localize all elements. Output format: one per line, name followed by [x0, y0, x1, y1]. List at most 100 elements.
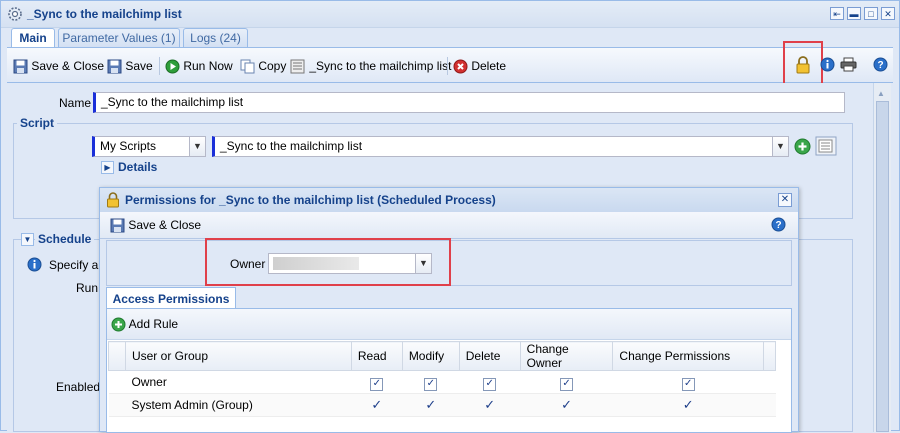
minimize-icon[interactable]: ▬ [847, 7, 861, 20]
read-check[interactable]: ✓ [351, 393, 403, 417]
modify-check[interactable]: ✓ [402, 393, 460, 417]
dialog-save-close-button[interactable]: Save & Close [110, 216, 201, 234]
close-icon[interactable]: ✕ [881, 7, 895, 20]
access-toolbar: Add Rule [107, 309, 791, 340]
grid-row-selector-header [108, 341, 126, 371]
lock-icon [107, 192, 119, 208]
script-folder-select[interactable]: My Scripts [92, 136, 192, 157]
toolbar-separator [447, 57, 448, 75]
change-permissions-check[interactable]: ✓ [612, 393, 764, 417]
copy-icon [240, 59, 255, 74]
main-toolbar: Save & Close Save Run Now Copy _Sync to … [7, 41, 893, 85]
owner-select[interactable] [268, 253, 418, 274]
svg-text:?: ? [877, 60, 883, 71]
script-icon[interactable] [815, 136, 837, 156]
vertical-scrollbar[interactable]: ▲ [873, 83, 891, 432]
chevron-down-icon[interactable]: ▼ [189, 136, 206, 157]
save-button[interactable]: Save [107, 57, 153, 75]
add-icon [111, 317, 126, 332]
script-legend: Script [17, 116, 58, 130]
permissions-grid: User or Group Read Modify Delete Change … [108, 341, 776, 417]
owner-area: Owner ▼ [106, 238, 792, 286]
print-icon[interactable] [840, 57, 857, 72]
pin-icon[interactable]: ⇤ [830, 7, 844, 20]
dialog-titlebar[interactable]: Permissions for _Sync to the mailchimp l… [100, 188, 798, 212]
collapse-schedule-icon[interactable]: ▼ [21, 233, 34, 246]
table-row[interactable]: Owner ✓ ✓ ✓ ✓ ✓ [108, 370, 776, 394]
toolbar-separator [159, 57, 160, 75]
run-label: Run [76, 281, 99, 295]
floppy-disk-icon [110, 218, 125, 233]
maximize-icon[interactable]: □ [864, 7, 878, 20]
name-label: Name [59, 96, 92, 110]
script-icon [290, 59, 305, 74]
tab-access-permissions[interactable]: Access Permissions [106, 287, 236, 309]
delete-icon [453, 59, 468, 74]
window-title: _Sync to the mailchimp list [27, 7, 182, 21]
tab-main[interactable]: Main [11, 28, 55, 49]
delete-check[interactable]: ✓ [459, 393, 521, 417]
table-row[interactable]: System Admin (Group) ✓ ✓ ✓ ✓ ✓ [108, 393, 776, 417]
run-now-button[interactable]: Run Now [165, 57, 233, 75]
scroll-up-icon[interactable]: ▲ [877, 89, 885, 98]
delete-checkbox[interactable]: ✓ [459, 370, 521, 394]
chevron-down-icon[interactable]: ▼ [415, 253, 432, 274]
chevron-down-icon[interactable]: ▼ [772, 136, 789, 157]
grid-spacer-header [763, 341, 776, 371]
info-icon[interactable] [820, 57, 835, 72]
expand-details-icon[interactable]: ▶ [101, 161, 114, 174]
enabled-label: Enabled [56, 380, 101, 394]
help-icon[interactable]: ? [873, 57, 888, 72]
scrollbar-thumb[interactable] [876, 101, 889, 432]
access-permissions-panel: Add Rule User or Group Read Modify Delet… [106, 308, 792, 433]
checkmark-icon[interactable]: ✓ [424, 377, 438, 391]
add-icon[interactable] [794, 138, 811, 155]
script-link-label: _Sync to the mailchimp list [309, 59, 452, 73]
save-label: Save [125, 59, 153, 73]
play-icon [165, 59, 180, 74]
checkmark-icon[interactable]: ✓ [681, 377, 695, 391]
tab-logs[interactable]: Logs (24) [183, 28, 248, 47]
add-rule-button[interactable]: Add Rule [111, 315, 178, 333]
column-modify[interactable]: Modify [401, 341, 460, 371]
grid-header-row: User or Group Read Modify Delete Change … [108, 341, 776, 371]
checkmark-icon[interactable]: ✓ [370, 377, 384, 391]
read-checkbox[interactable]: ✓ [351, 370, 403, 394]
script-select[interactable]: _Sync to the mailchimp list [212, 136, 774, 157]
tab-parameter-values[interactable]: Parameter Values (1) [58, 28, 180, 47]
row-spacer [763, 370, 776, 394]
permissions-dialog: Permissions for _Sync to the mailchimp l… [99, 187, 799, 433]
add-rule-label: Add Rule [128, 317, 179, 331]
delete-label: Delete [471, 59, 507, 73]
column-user-or-group[interactable]: User or Group [124, 341, 352, 371]
dialog-save-close-label: Save & Close [128, 218, 202, 232]
close-icon[interactable]: ✕ [778, 193, 792, 207]
name-input[interactable]: _Sync to the mailchimp list [93, 92, 845, 113]
change-owner-check[interactable]: ✓ [520, 393, 613, 417]
delete-button[interactable]: Delete [453, 57, 506, 75]
row-user-or-group: Owner [125, 370, 352, 394]
column-read[interactable]: Read [350, 341, 403, 371]
column-change-permissions[interactable]: Change Permissions [612, 341, 764, 371]
window-titlebar[interactable]: _Sync to the mailchimp list ⇤ ▬ □ ✕ [1, 1, 899, 28]
details-legend[interactable]: Details [115, 160, 161, 174]
run-now-label: Run Now [183, 59, 233, 73]
floppy-disk-icon [13, 59, 28, 74]
column-change-owner[interactable]: Change Owner [519, 341, 614, 371]
svg-text:?: ? [775, 220, 781, 231]
save-close-label: Save & Close [31, 59, 105, 73]
help-icon[interactable]: ? [771, 217, 786, 232]
column-delete[interactable]: Delete [458, 341, 521, 371]
save-close-button[interactable]: Save & Close [13, 57, 104, 75]
modify-checkbox[interactable]: ✓ [402, 370, 460, 394]
checkmark-icon[interactable]: ✓ [483, 377, 497, 391]
copy-label: Copy [258, 59, 287, 73]
checkmark-icon[interactable]: ✓ [560, 377, 574, 391]
change-permissions-checkbox[interactable]: ✓ [612, 370, 764, 394]
lock-icon[interactable] [795, 56, 811, 74]
copy-button[interactable]: Copy [240, 57, 286, 75]
floppy-disk-icon [107, 59, 122, 74]
script-link-button[interactable]: _Sync to the mailchimp list [290, 57, 451, 75]
schedule-legend[interactable]: Schedule [35, 232, 95, 246]
change-owner-checkbox[interactable]: ✓ [520, 370, 613, 394]
